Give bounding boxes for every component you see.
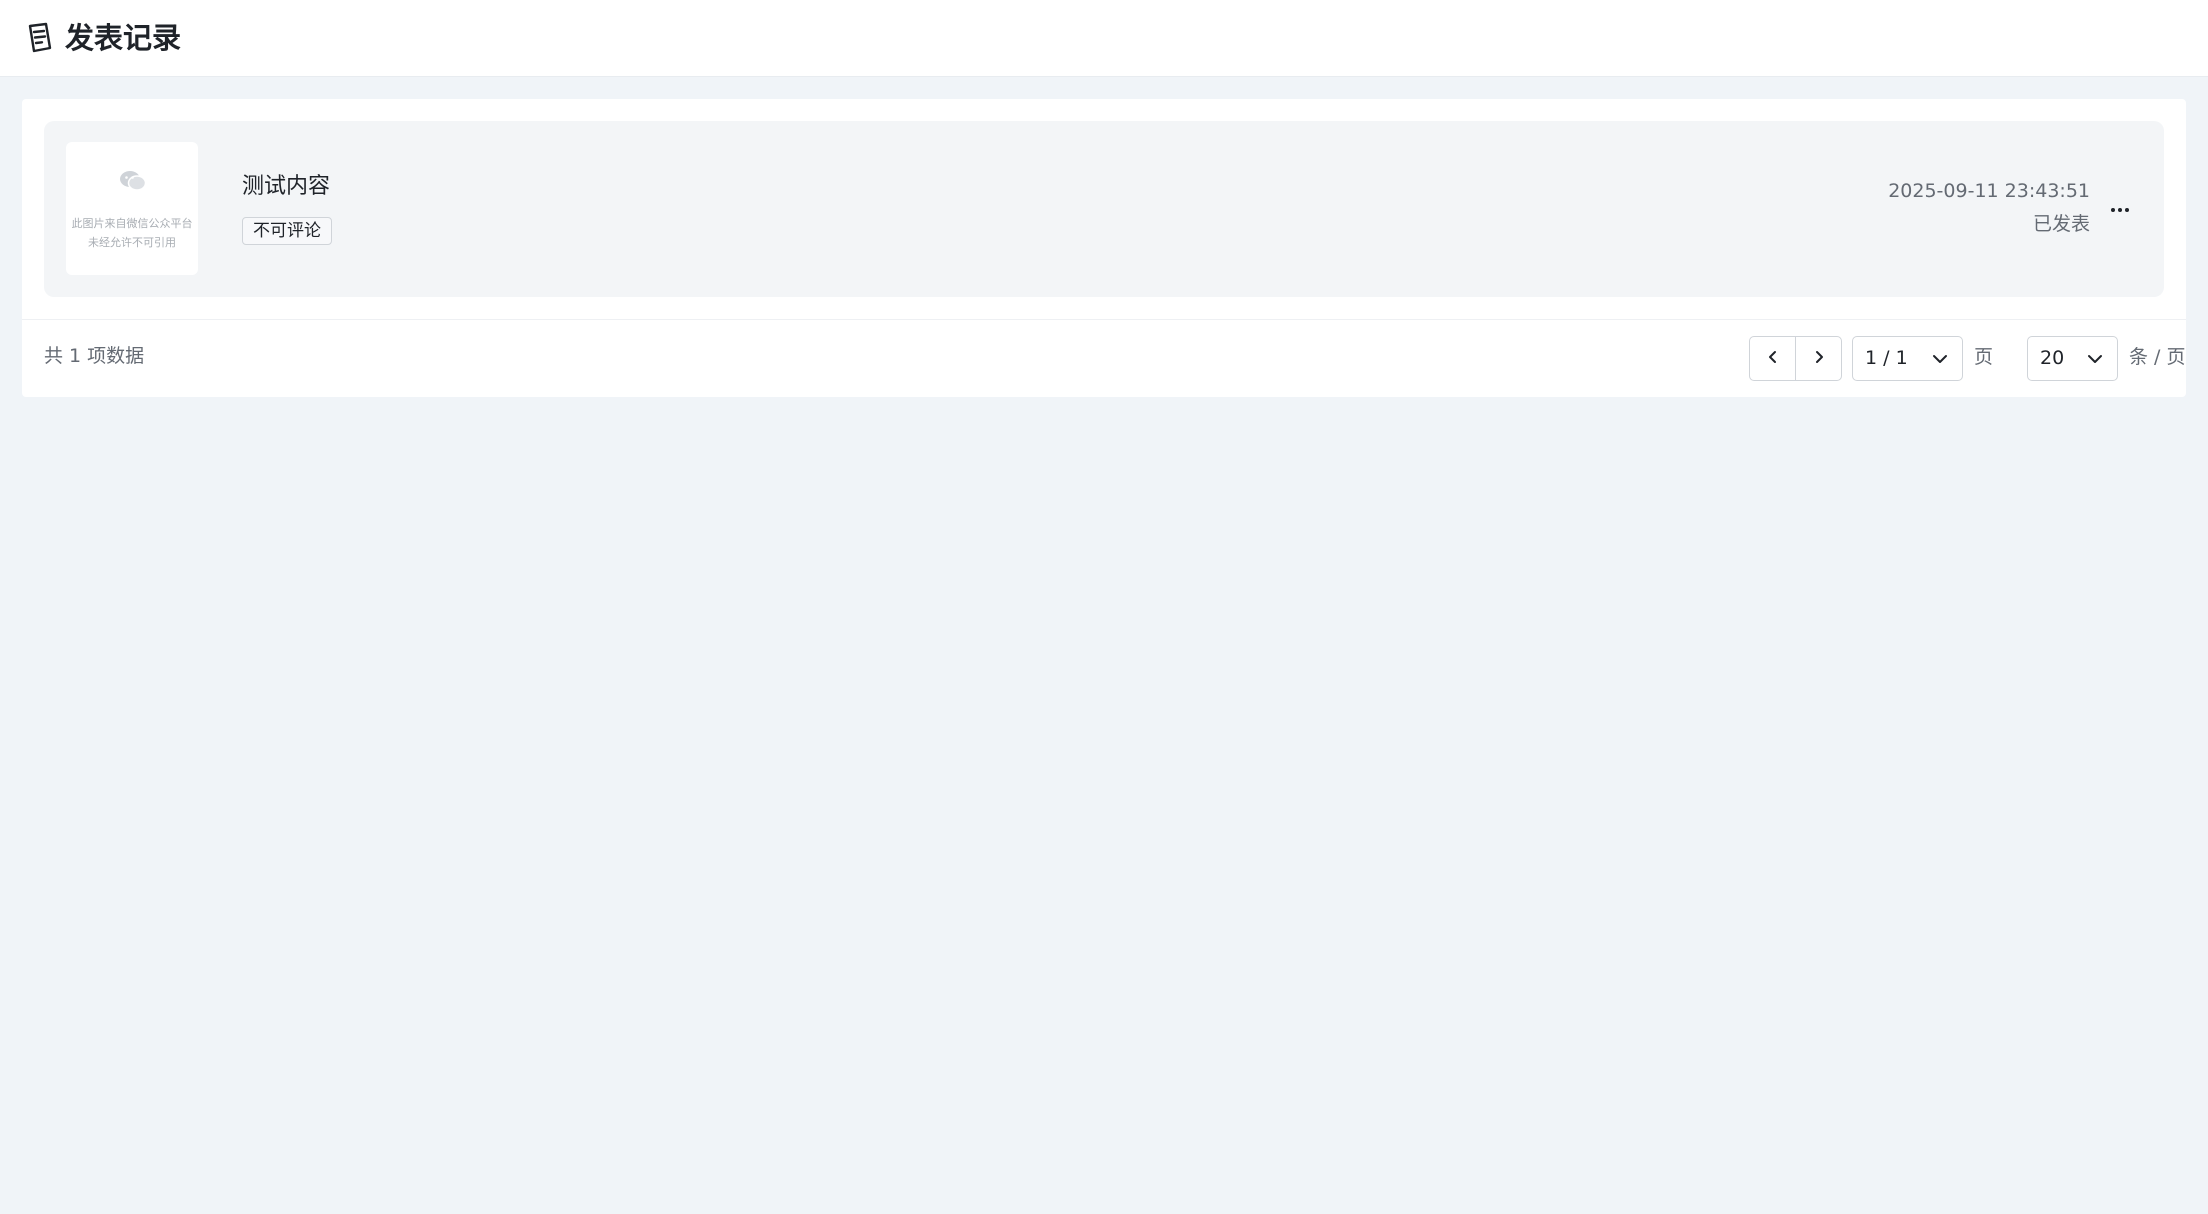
record-title[interactable]: 测试内容 [242, 173, 330, 201]
page-suffix-label: 页 [1974, 346, 1994, 368]
record-datetime: 2025-09-11 23:43:51 [1888, 180, 2090, 202]
page-nav-buttons [1749, 336, 1842, 381]
next-page-button[interactable] [1795, 337, 1841, 380]
page-select-value: 1 / 1 [1865, 347, 1908, 369]
record-thumbnail: 此图片来自微信公众平台 未经允许不可引用 [66, 142, 198, 275]
page-select[interactable]: 1 / 1 [1852, 336, 1963, 381]
divider [22, 319, 2186, 320]
page-size-value: 20 [2040, 347, 2065, 369]
thumbnail-caption-line-1: 此图片来自微信公众平台 [71, 217, 193, 230]
total-count: 共 1 项数据 [44, 345, 145, 367]
chevron-down-icon [1930, 349, 1950, 369]
page-size-suffix-label: 条 / 页 [2129, 346, 2186, 368]
more-horizontal-icon [2100, 189, 2140, 229]
document-icon [24, 22, 54, 54]
wechat-icon [119, 170, 147, 192]
chevron-right-icon [1811, 349, 1827, 369]
chevron-left-icon [1765, 349, 1781, 369]
page-title: 发表记录 [65, 21, 182, 55]
thumbnail-caption-line-2: 未经允许不可引用 [88, 236, 176, 249]
page-size-select[interactable]: 20 [2027, 336, 2118, 381]
page-header: 发表记录 [0, 0, 2208, 77]
chevron-down-icon [2085, 349, 2105, 369]
more-actions-button[interactable] [2100, 189, 2140, 229]
record-status: 已发表 [2032, 213, 2090, 235]
record-card[interactable]: 此图片来自微信公众平台 未经允许不可引用 测试内容 不可评论 2025-09-1… [44, 121, 2164, 297]
records-panel: 此图片来自微信公众平台 未经允许不可引用 测试内容 不可评论 2025-09-1… [22, 99, 2186, 397]
prev-page-button[interactable] [1750, 337, 1795, 380]
record-tag: 不可评论 [242, 217, 332, 245]
